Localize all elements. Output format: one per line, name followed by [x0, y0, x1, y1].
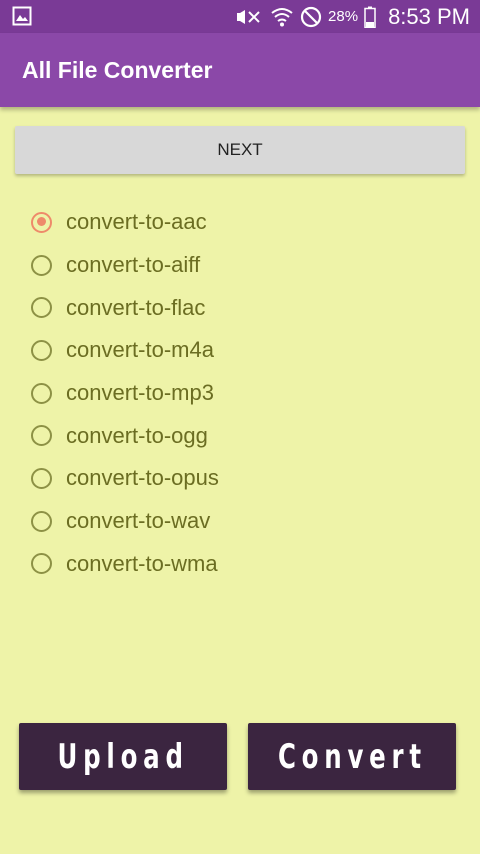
app-title: All File Converter: [22, 57, 213, 83]
radio-option[interactable]: convert-to-mp3: [28, 372, 448, 415]
radio-option-label: convert-to-flac: [66, 294, 206, 320]
app-bar: All File Converter: [0, 33, 480, 107]
radio-option-label: convert-to-wav: [66, 508, 211, 534]
convert-button[interactable]: Convert: [248, 723, 456, 790]
gallery-icon: [12, 6, 32, 26]
status-bar: 28% 8:53 PM: [0, 0, 480, 33]
radio-option-label: convert-to-aiff: [66, 252, 201, 278]
radio-option[interactable]: convert-to-aiff: [28, 244, 448, 287]
radio-option-label: convert-to-mp3: [66, 380, 214, 406]
battery-percent: 28%: [328, 8, 359, 25]
radio-option-label: convert-to-opus: [66, 465, 219, 491]
radio-unchecked-icon[interactable]: [31, 510, 52, 532]
radio-unchecked-icon[interactable]: [31, 339, 52, 361]
clock: 8:53 PM: [388, 3, 470, 29]
radio-unchecked-icon[interactable]: [31, 382, 52, 404]
convert-button-label: Convert: [277, 736, 427, 777]
radio-checked-icon[interactable]: [31, 211, 52, 233]
radio-dot-icon: [36, 217, 46, 227]
radio-option[interactable]: convert-to-flac: [28, 286, 448, 329]
mute-icon: [234, 7, 264, 27]
upload-button-label: Upload: [57, 736, 189, 777]
conversion-radio-group: convert-to-aac convert-to-aiff convert-to-…: [28, 201, 448, 585]
next-button[interactable]: NEXT: [15, 126, 465, 174]
radio-unchecked-icon[interactable]: [31, 254, 52, 276]
battery-icon: [364, 6, 376, 28]
radio-unchecked-icon[interactable]: [31, 467, 52, 489]
radio-option[interactable]: convert-to-m4a: [28, 329, 448, 372]
radio-option-label: convert-to-aac: [66, 209, 207, 235]
radio-option-label: convert-to-wma: [66, 550, 218, 576]
wifi-icon: [270, 6, 294, 28]
status-icons: 28% 8:53 PM: [234, 0, 470, 33]
radio-unchecked-icon[interactable]: [31, 297, 52, 319]
radio-option[interactable]: convert-to-wma: [28, 543, 448, 586]
radio-option[interactable]: convert-to-opus: [28, 457, 448, 500]
radio-option-label: convert-to-m4a: [66, 337, 214, 363]
radio-option-label: convert-to-ogg: [66, 422, 208, 448]
radio-unchecked-icon[interactable]: [31, 553, 52, 575]
radio-option[interactable]: convert-to-aac: [28, 201, 448, 244]
radio-option[interactable]: convert-to-wav: [28, 500, 448, 543]
radio-unchecked-icon[interactable]: [31, 425, 52, 447]
do-not-disturb-icon: [300, 6, 322, 28]
upload-button[interactable]: Upload: [19, 723, 227, 790]
radio-option[interactable]: convert-to-ogg: [28, 414, 448, 457]
